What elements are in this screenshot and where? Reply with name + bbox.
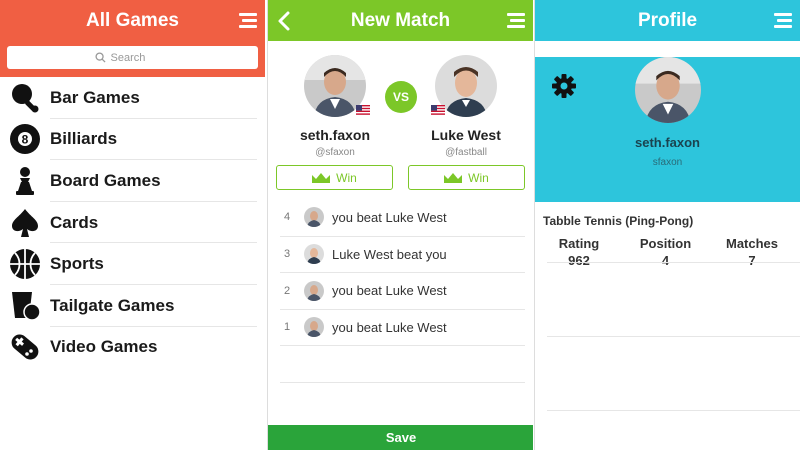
player-name: Luke West xyxy=(431,127,501,143)
stat-position: Position 4 xyxy=(630,236,702,268)
match-number: 4 xyxy=(284,211,291,224)
match-result-text: you beat Luke West xyxy=(332,209,447,225)
list-item[interactable]: 3 Luke West beat you xyxy=(280,235,525,273)
player-one-win-button[interactable]: Win xyxy=(276,165,393,190)
chess-pawn-icon xyxy=(8,164,42,198)
beer-pong-icon xyxy=(8,289,42,323)
stat-label: Rating xyxy=(558,236,600,251)
avatar[interactable] xyxy=(634,57,701,123)
avatar xyxy=(304,280,324,301)
crown-icon xyxy=(444,172,463,183)
page-title: New Match xyxy=(350,9,451,31)
stat-value: 4 xyxy=(661,253,670,268)
page-title: Profile xyxy=(637,9,698,31)
stat-rating: Rating 962 xyxy=(543,236,615,268)
search-input[interactable] xyxy=(110,51,171,64)
win-label: Win xyxy=(468,170,489,185)
player-one[interactable]: seth.faxon @sfaxon xyxy=(276,55,394,165)
players-section: seth.faxon @sfaxon VS Luke West @fastbal… xyxy=(268,41,533,165)
us-flag-icon xyxy=(431,105,445,115)
profile-header: Profile xyxy=(535,0,800,41)
category-tailgate-games[interactable]: Tailgate Games xyxy=(0,285,265,327)
gamepad-icon xyxy=(8,330,42,364)
stat-matches: Matches 7 xyxy=(716,236,788,268)
category-video-games[interactable]: Video Games xyxy=(0,327,265,369)
avatar xyxy=(304,244,324,265)
category-billiards[interactable]: 8 Billiards xyxy=(0,119,265,161)
menu-icon[interactable] xyxy=(235,13,257,29)
match-number: 3 xyxy=(284,248,291,261)
category-bar-games[interactable]: Bar Games xyxy=(0,77,265,119)
category-label: Cards xyxy=(50,212,99,232)
win-buttons: Win Win xyxy=(268,165,533,190)
search-field[interactable] xyxy=(7,46,258,69)
player-handle: @fastball xyxy=(445,147,487,158)
divider xyxy=(547,410,800,411)
us-flag-icon xyxy=(356,105,370,115)
profile-screen: Profile seth.faxon sfaxon Tabble Tennis … xyxy=(534,0,800,450)
match-result-text: you beat Luke West xyxy=(332,283,447,299)
player-handle: @sfaxon xyxy=(315,147,355,158)
stat-value: 7 xyxy=(748,253,756,268)
list-item[interactable]: 1 you beat Luke West xyxy=(280,308,525,346)
match-result-text: Luke West beat you xyxy=(332,246,447,262)
avatar xyxy=(304,317,324,338)
player-two-win-button[interactable]: Win xyxy=(408,165,525,190)
search-icon xyxy=(94,52,106,63)
new-match-screen: New Match seth.faxon @sfaxon VS Luke Wes… xyxy=(267,0,533,450)
list-item-empty xyxy=(280,345,525,382)
list-item[interactable]: 4 you beat Luke West xyxy=(280,199,525,236)
category-label: Sports xyxy=(50,254,104,274)
basketball-icon xyxy=(8,247,42,281)
divider xyxy=(547,262,800,263)
menu-icon[interactable] xyxy=(503,13,525,29)
player-name: seth.faxon xyxy=(299,127,370,143)
all-games-header: All Games xyxy=(0,0,265,41)
category-label: Billiards xyxy=(50,129,118,149)
crown-icon xyxy=(312,172,331,183)
list-item[interactable]: 2 you beat Luke West xyxy=(280,272,525,309)
game-title: Tabble Tennis (Ping-Pong) xyxy=(543,214,694,228)
spade-icon xyxy=(8,206,42,240)
category-label: Tailgate Games xyxy=(50,295,175,315)
stat-label: Matches xyxy=(725,236,779,251)
match-number: 2 xyxy=(284,284,291,297)
back-arrow-icon[interactable] xyxy=(276,10,292,32)
category-sports[interactable]: Sports xyxy=(0,243,265,285)
category-label: Bar Games xyxy=(50,87,140,107)
eight-ball-icon: 8 xyxy=(8,122,42,156)
category-label: Video Games xyxy=(50,337,158,357)
all-games-screen: All Games Bar Games 8 Billiards xyxy=(0,0,265,450)
profile-hero: seth.faxon sfaxon xyxy=(535,57,800,202)
match-number: 1 xyxy=(284,321,291,334)
stat-label: Position xyxy=(639,236,692,251)
player-two[interactable]: Luke West @fastball xyxy=(407,55,525,165)
page-title: All Games xyxy=(86,9,179,31)
category-cards[interactable]: Cards xyxy=(0,202,265,244)
match-results-list: 4 you beat Luke West 3 Luke West beat yo… xyxy=(268,199,533,418)
match-result-text: you beat Luke West xyxy=(332,319,447,335)
search-bar xyxy=(0,41,265,77)
category-list: Bar Games 8 Billiards Board Games Cards … xyxy=(0,77,265,368)
category-label: Board Games xyxy=(50,170,161,190)
svg-text:8: 8 xyxy=(22,133,29,147)
ping-pong-paddle-icon xyxy=(8,81,42,115)
stat-value: 962 xyxy=(568,253,590,268)
profile-name: seth.faxon xyxy=(634,135,700,150)
win-label: Win xyxy=(336,170,357,185)
category-board-games[interactable]: Board Games xyxy=(0,160,265,202)
profile-handle: sfaxon xyxy=(652,157,683,168)
avatar xyxy=(304,207,324,228)
gear-icon[interactable] xyxy=(551,73,577,99)
new-match-header: New Match xyxy=(268,0,533,41)
save-button[interactable]: Save xyxy=(268,425,533,450)
list-item-empty xyxy=(280,381,525,419)
menu-icon[interactable] xyxy=(770,13,792,29)
divider xyxy=(547,336,800,337)
